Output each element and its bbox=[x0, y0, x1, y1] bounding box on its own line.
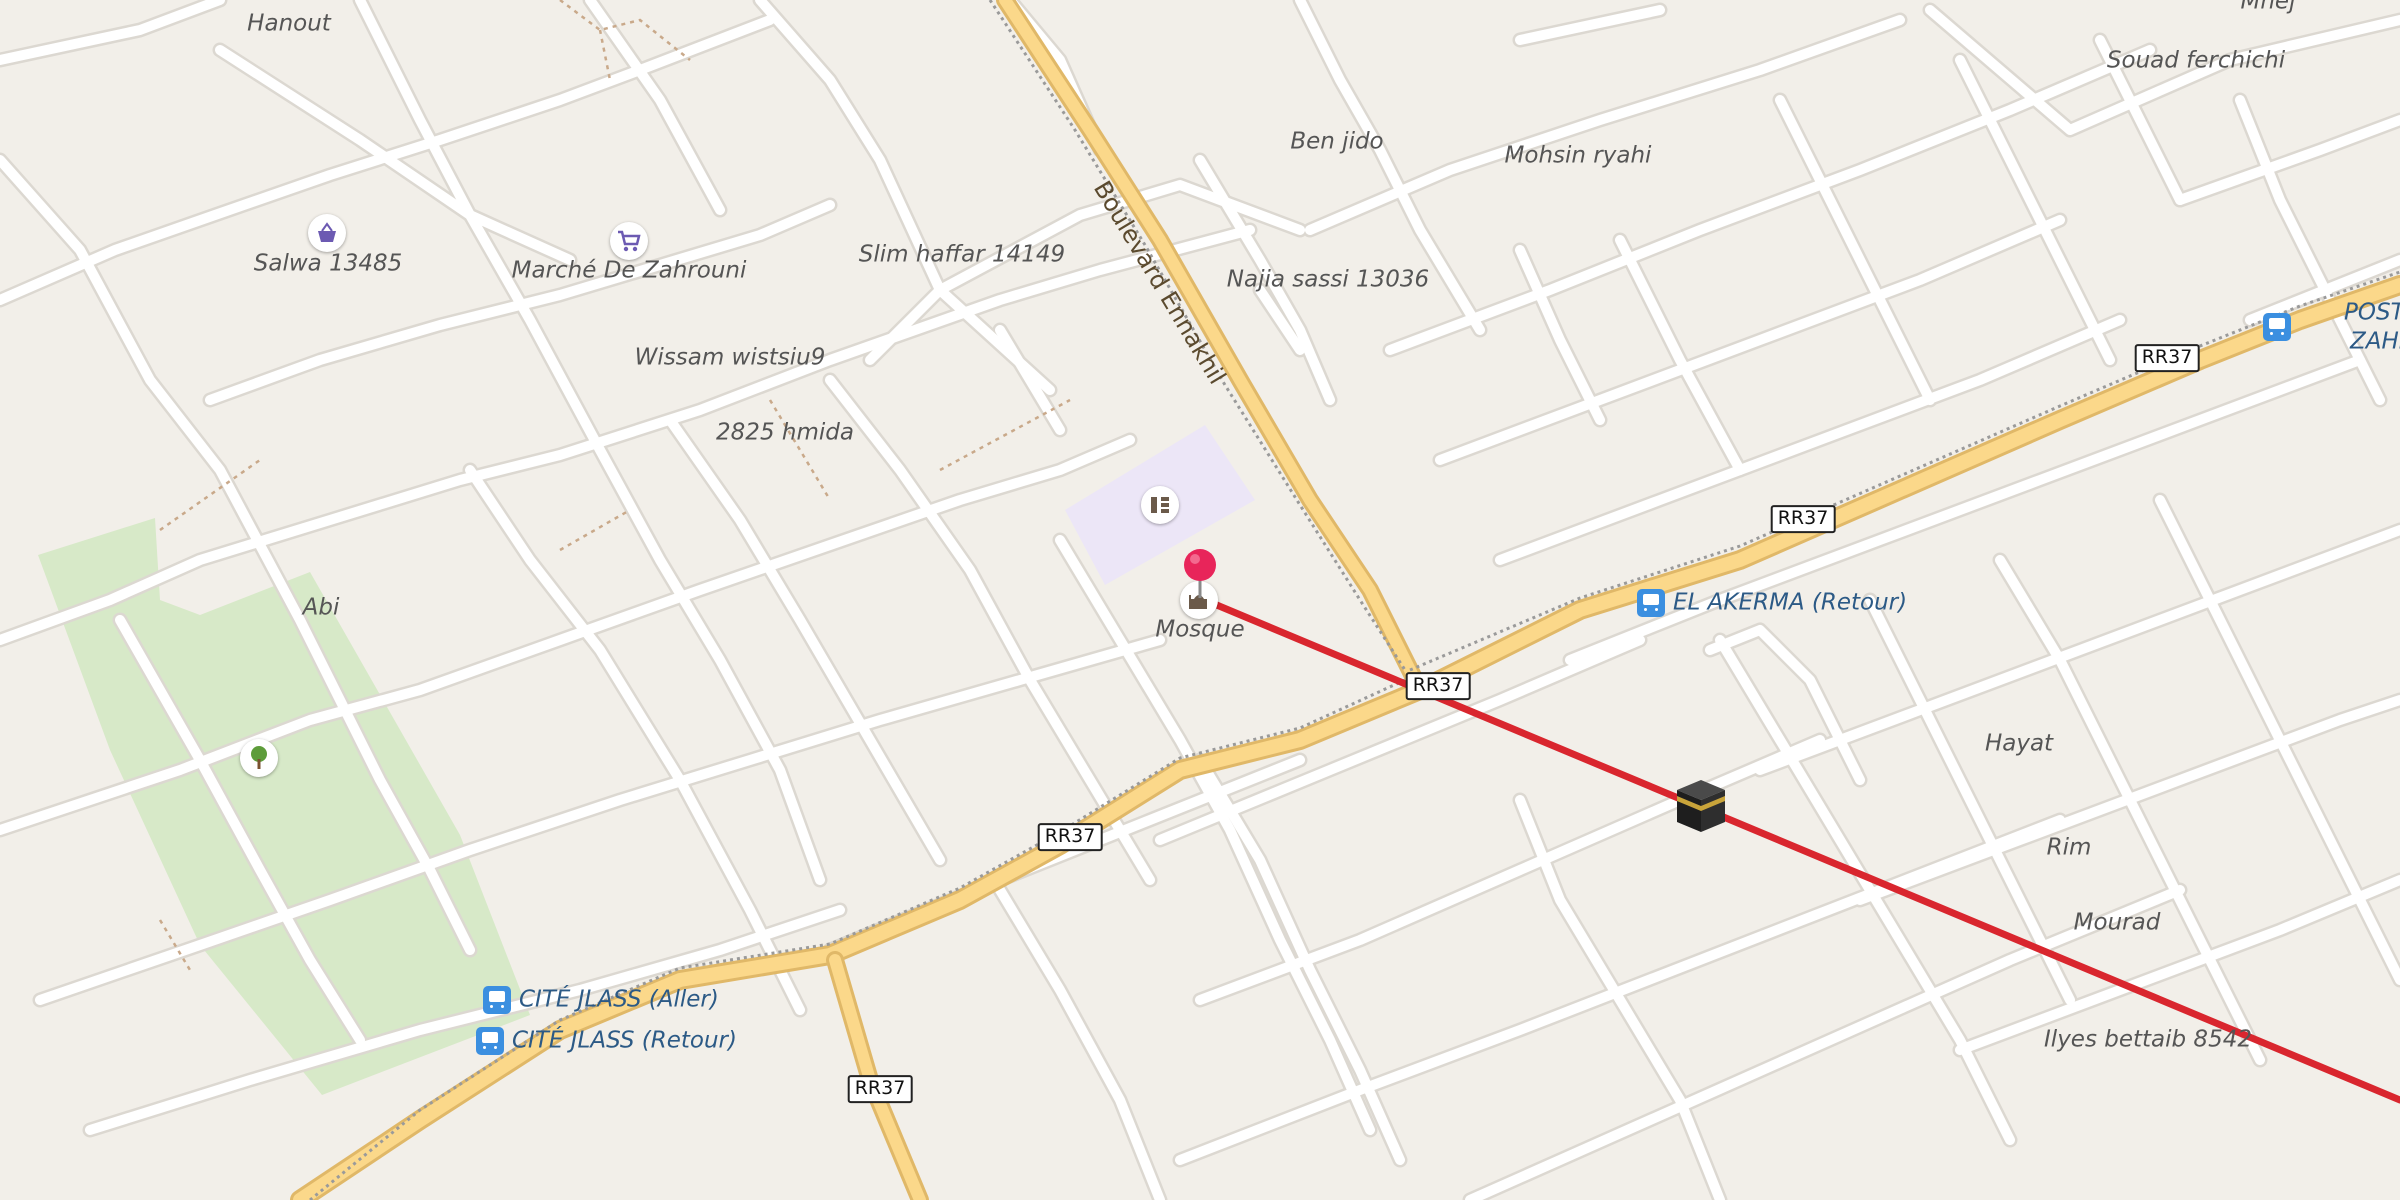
place-label-wissam: Wissam wistsiu9 bbox=[634, 344, 826, 371]
tree-icon[interactable] bbox=[240, 739, 278, 777]
route-shield-rr37: RR37 bbox=[2134, 344, 2200, 372]
primary-roads bbox=[290, 0, 2400, 1200]
place-label-hmida: 2825 hmida bbox=[716, 419, 854, 446]
place-label-rim: Rim bbox=[2046, 834, 2092, 861]
place-label-salwa: Salwa 13485 bbox=[253, 250, 403, 277]
bus-stop-icon[interactable] bbox=[476, 1027, 504, 1055]
bus-stop-label-poste-line2[interactable]: ZAHROUN bbox=[2350, 330, 2400, 354]
place-label-slim: Slim haffar 14149 bbox=[858, 241, 1066, 268]
place-label-hayat: Hayat bbox=[1984, 730, 2054, 757]
place-label-mourad: Mourad bbox=[2073, 909, 2161, 936]
bus-stop-label-cite-aller[interactable]: CITÉ JLASS (Aller) bbox=[519, 988, 719, 1012]
bus-stop-icon[interactable] bbox=[1637, 589, 1665, 617]
cart-icon[interactable] bbox=[610, 222, 648, 260]
bus-stop-label-cite-retour[interactable]: CITÉ JLASS (Retour) bbox=[512, 1029, 737, 1053]
place-label-hanout: Hanout bbox=[247, 10, 331, 37]
bus-stop-label-poste-line1[interactable]: POSTE PO bbox=[2344, 301, 2400, 325]
route-shield-rr37: RR37 bbox=[1770, 505, 1836, 533]
kaaba-icon[interactable] bbox=[1673, 776, 1729, 834]
bus-stop-icon[interactable] bbox=[2263, 313, 2291, 341]
place-label-mohsin: Mohsin ryahi bbox=[1504, 142, 1652, 169]
location-pin-icon[interactable] bbox=[1182, 548, 1218, 600]
route-shield-rr37: RR37 bbox=[1405, 672, 1471, 700]
route-shield-rr37: RR37 bbox=[847, 1075, 913, 1103]
place-label-mhej: Mhej bbox=[2240, 0, 2296, 15]
place-label-marche: Marché De Zahrouni bbox=[511, 257, 747, 284]
route-shield-rr37: RR37 bbox=[1037, 823, 1103, 851]
bus-stop-icon[interactable] bbox=[483, 986, 511, 1014]
place-label-ben-jido: Ben jido bbox=[1290, 128, 1384, 155]
place-label-najia: Najia sassi 13036 bbox=[1226, 266, 1430, 293]
school-icon[interactable] bbox=[1141, 486, 1179, 524]
basket-icon[interactable] bbox=[308, 214, 346, 252]
map-view[interactable]: Boulevard Ennakhil RR37 RR37 RR37 RR37 R… bbox=[0, 0, 2400, 1200]
place-label-abi: Abi bbox=[302, 594, 340, 621]
railway-lines bbox=[309, 0, 2400, 1200]
place-label-mosque: Mosque bbox=[1155, 616, 1245, 643]
bus-stop-label-el-akerma[interactable]: EL AKERMA (Retour) bbox=[1673, 591, 1907, 615]
place-label-ilyes: Ilyes bettaib 8542 bbox=[2044, 1026, 2252, 1053]
place-label-souad: Souad ferchichi bbox=[2106, 47, 2286, 74]
